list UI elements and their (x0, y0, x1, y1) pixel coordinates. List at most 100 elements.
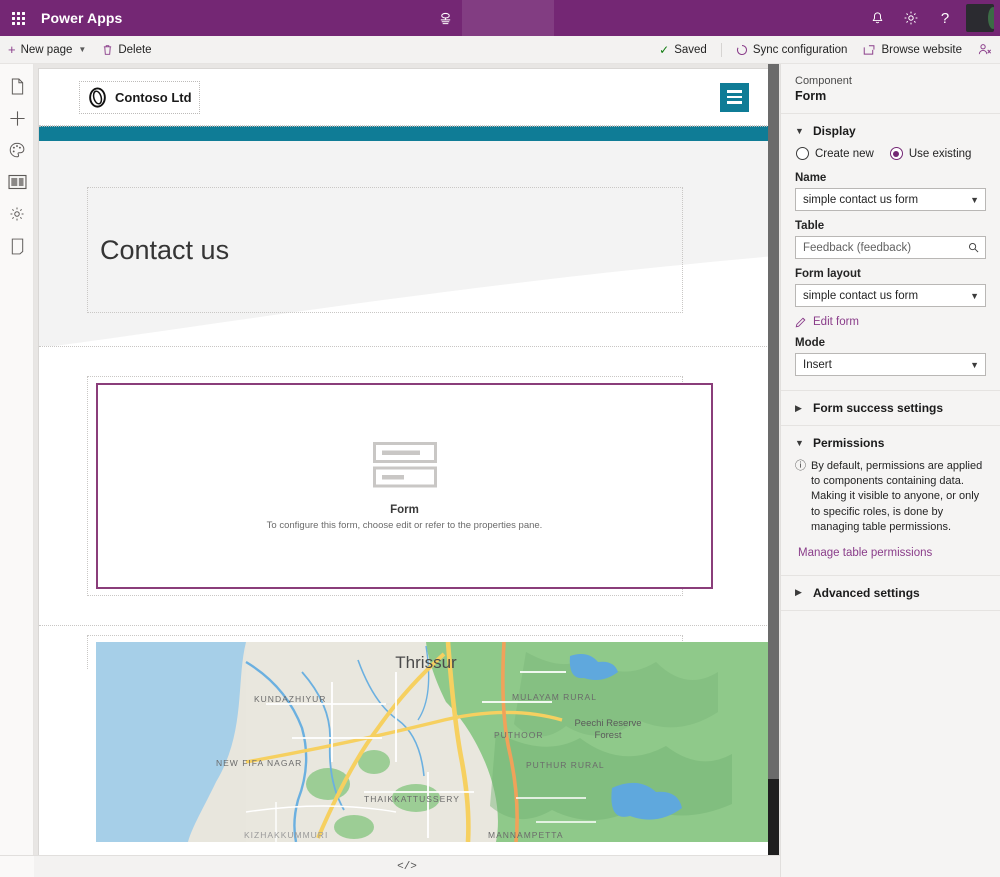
suite-title: Power Apps (41, 10, 123, 26)
code-editor-button[interactable]: </> (387, 859, 427, 875)
avatar[interactable] (966, 4, 995, 32)
layout-card-icon (7, 174, 27, 190)
edit-form-link-label: Edit form (813, 316, 860, 328)
sidebar-item-mobile-preview[interactable] (0, 230, 34, 262)
chevron-down-icon: ▼ (78, 45, 87, 54)
form-placeholder-subtitle: To configure this form, choose edit or r… (266, 519, 543, 531)
mode-dropdown[interactable]: Insert ▼ (795, 353, 986, 376)
form-layout-dropdown[interactable]: simple contact us form ▼ (795, 284, 986, 307)
map-section: Thrissur KUNDAZHIYUR NEW FIFA NAGAR THAI… (39, 626, 775, 842)
display-group: ▼ Display Create new Use existing Name s… (781, 114, 1000, 391)
status-bar: </> (34, 855, 780, 877)
canvas-scrollbar-track[interactable] (768, 64, 779, 779)
manage-table-permissions-link[interactable]: Manage table permissions (798, 547, 986, 559)
contoso-ring-logo (89, 86, 106, 108)
hero-section[interactable]: Contact us (39, 141, 775, 346)
table-value: Feedback (feedback) (803, 241, 912, 254)
permissions-group-header[interactable]: ▼ Permissions (795, 436, 986, 450)
mode-label: Mode (795, 337, 826, 349)
plus-icon (9, 110, 25, 126)
site-header: Contoso Ltd (39, 69, 775, 126)
chevron-down-icon: ▼ (970, 359, 979, 370)
advanced-settings-group-header[interactable]: ▶ Advanced settings (795, 586, 986, 600)
component-title: Form (795, 89, 827, 103)
map-image: Thrissur KUNDAZHIYUR NEW FIFA NAGAR THAI… (96, 642, 775, 842)
website-canvas: Contoso Ltd Contact us Form To configure… (38, 68, 776, 877)
hero-text-block[interactable]: Contact us (87, 187, 683, 313)
app-launcher-button[interactable] (0, 0, 36, 36)
command-separator (720, 42, 722, 57)
form-source-radio-group: Create new Use existing (796, 147, 986, 160)
saved-label: Saved (674, 43, 707, 56)
notifications-button[interactable] (860, 0, 894, 36)
chevron-right-icon: ▶ (795, 587, 802, 598)
delete-button[interactable]: Delete (94, 36, 159, 64)
svg-text:Thrissur: Thrissur (395, 653, 457, 672)
environment-button[interactable] (428, 0, 462, 36)
hamburger-menu-icon (727, 90, 742, 93)
name-value: simple contact us form (803, 193, 919, 206)
form-fields-icon (372, 441, 437, 487)
svg-text:KIZHAKKUMMURI: KIZHAKKUMMURI (244, 830, 328, 840)
gear-icon (904, 11, 918, 25)
settings-button[interactable] (894, 0, 928, 36)
map-component[interactable]: Thrissur KUNDAZHIYUR NEW FIFA NAGAR THAI… (96, 642, 775, 842)
sidebar-item-pages[interactable] (0, 70, 34, 102)
radio-create-new[interactable]: Create new (796, 147, 874, 160)
chevron-down-icon: ▼ (795, 126, 804, 136)
form-success-group-header[interactable]: ▶ Form success settings (795, 401, 986, 415)
display-group-title: Display (813, 124, 856, 138)
form-section: Form To configure this form, choose edit… (39, 347, 775, 625)
environment-icon (440, 12, 450, 24)
table-label: Table (795, 220, 825, 232)
table-lookup[interactable]: Feedback (feedback) (795, 236, 986, 259)
palette-icon (9, 142, 25, 158)
canvas-scrollbar[interactable] (768, 64, 779, 877)
form-layout-label: Form layout (795, 268, 861, 280)
sync-configuration-button[interactable]: Sync configuration (728, 36, 856, 64)
new-page-label: New page (20, 43, 73, 56)
trash-icon (104, 44, 112, 55)
browse-label: Browse website (881, 43, 962, 56)
svg-text:THAIKKATTUSSERY: THAIKKATTUSSERY (364, 794, 460, 804)
invite-button[interactable] (970, 36, 1000, 64)
open-external-icon (864, 44, 875, 55)
sidebar-item-site-components[interactable] (0, 166, 34, 198)
advanced-settings-group-title: Advanced settings (813, 585, 920, 600)
help-button[interactable]: ? (928, 0, 962, 36)
sync-icon (736, 44, 747, 55)
invite-person-icon (978, 44, 992, 55)
hamburger-menu-button[interactable] (720, 82, 749, 112)
environment-chip[interactable] (462, 0, 555, 36)
form-component[interactable]: Form To configure this form, choose edit… (96, 383, 713, 589)
svg-text:MULAYAM RURAL: MULAYAM RURAL (512, 692, 597, 702)
page-icon (11, 78, 23, 94)
sync-label: Sync configuration (752, 43, 848, 56)
site-accent-bar (39, 126, 775, 141)
brand-block[interactable]: Contoso Ltd (79, 80, 200, 114)
svg-text:NEW FIFA NAGAR: NEW FIFA NAGAR (216, 758, 302, 768)
form-success-group-title: Form success settings (813, 401, 944, 415)
name-label: Name (795, 172, 827, 184)
sidebar-item-settings[interactable] (0, 198, 34, 230)
advanced-settings-group: ▶ Advanced settings (781, 576, 1000, 611)
chevron-down-icon: ▼ (970, 290, 979, 301)
radio-use-existing[interactable]: Use existing (889, 147, 971, 160)
display-group-header[interactable]: ▼ Display (795, 124, 986, 138)
name-dropdown[interactable]: simple contact us form ▼ (795, 188, 986, 211)
suite-header: Power Apps ? (0, 0, 1000, 36)
radio-create-new-label: Create new (815, 147, 874, 160)
browse-website-button[interactable]: Browse website (855, 36, 970, 64)
properties-header: Component Form (781, 64, 1000, 114)
svg-text:PUTHOOR: PUTHOOR (494, 730, 544, 740)
sidebar-item-theme[interactable] (0, 134, 34, 166)
new-page-button[interactable]: + New page ▼ (0, 36, 94, 64)
svg-text:Peechi Reserve: Peechi Reserve (574, 718, 641, 729)
properties-pane: Component Form ▼ Display Create new Use … (780, 64, 1000, 877)
mobile-device-icon (11, 238, 23, 254)
gear-icon (10, 207, 24, 221)
saved-status: ✓ Saved (651, 36, 715, 64)
sidebar-item-add[interactable] (0, 102, 34, 134)
edit-form-link[interactable]: Edit form (795, 316, 986, 328)
permissions-note: ⓘ By default, permissions are applied to… (795, 459, 986, 535)
